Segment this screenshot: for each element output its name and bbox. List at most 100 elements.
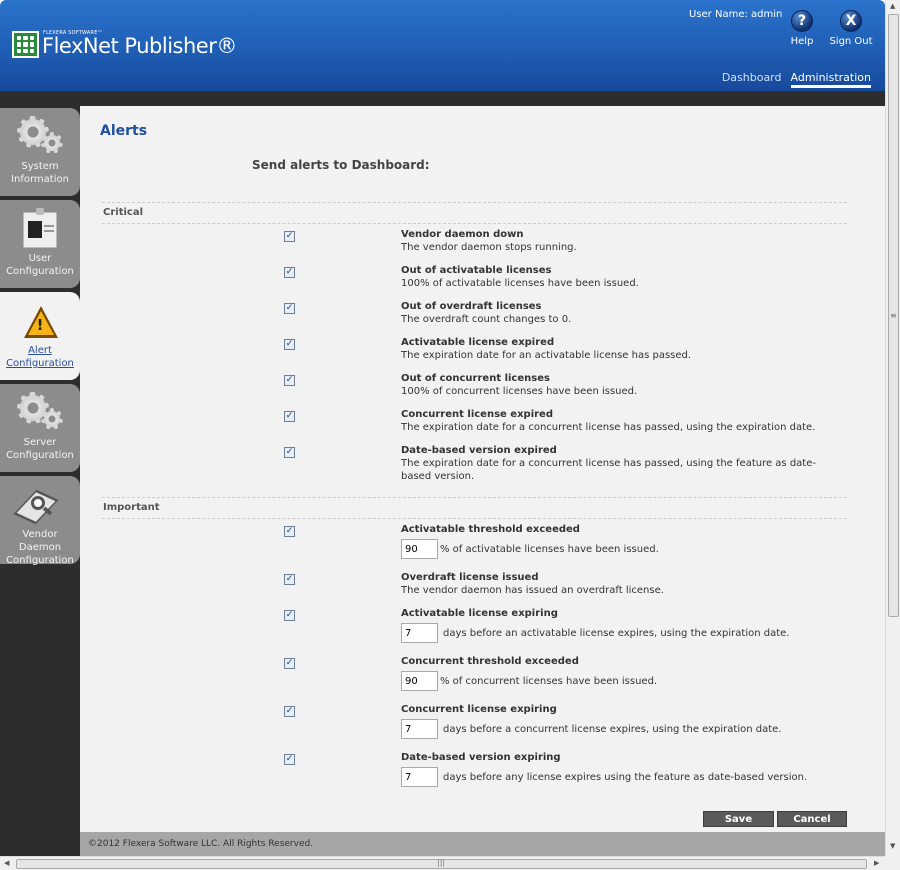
- logo-product: FlexNet Publisher®: [42, 34, 237, 58]
- alert-checkbox[interactable]: ✓: [284, 411, 295, 422]
- sidebar-item-label[interactable]: Configuration: [0, 265, 80, 278]
- sidebar-item-label[interactable]: System: [0, 160, 80, 173]
- page-title: Alerts: [100, 123, 148, 139]
- help-button[interactable]: ? Help: [790, 10, 814, 47]
- vertical-scrollbar[interactable]: ▲ ≡ ▼: [885, 0, 900, 856]
- alert-checkbox[interactable]: ✓: [284, 706, 295, 717]
- section-title: Critical: [103, 207, 144, 218]
- sidebar-item-label[interactable]: Server: [0, 436, 80, 449]
- days-input[interactable]: [401, 719, 438, 739]
- alert-description: The expiration date for an activatable l…: [401, 350, 692, 361]
- alert-checkbox[interactable]: ✓: [284, 267, 295, 278]
- alert-title: Date-based version expiring: [401, 752, 561, 763]
- gears-icon: [0, 390, 80, 436]
- section-header-important: Important: [102, 497, 847, 519]
- alert-description: 100% of concurrent licenses have been is…: [401, 386, 638, 397]
- alert-description: days before an activatable license expir…: [443, 627, 790, 639]
- alert-description: The expiration date for a concurrent lic…: [401, 458, 816, 482]
- grip-icon: ≡: [890, 311, 897, 320]
- send-alerts-label: Send alerts to Dashboard:: [252, 158, 430, 172]
- copyright-text: ©2012 Flexera Software LLC. All Rights R…: [88, 839, 314, 849]
- alert-item: Activatable license expired The expirati…: [401, 336, 821, 362]
- alert-description: The overdraft count changes to 0.: [401, 314, 572, 325]
- alert-title: Activatable license expired: [401, 337, 555, 348]
- scroll-left-icon[interactable]: ◀: [4, 859, 9, 867]
- alert-title: Concurrent license expiring: [401, 704, 557, 715]
- alert-item: Date-based version expired The expiratio…: [401, 444, 821, 483]
- alert-checkbox[interactable]: ✓: [284, 447, 295, 458]
- sidebar-item-user-configuration[interactable]: User Configuration: [0, 200, 80, 288]
- sidebar-item-label[interactable]: Alert: [0, 344, 80, 357]
- alert-description: % of concurrent licenses have been issue…: [440, 675, 658, 687]
- alert-description: 100% of activatable licenses have been i…: [401, 278, 639, 289]
- sign-out-icon[interactable]: X: [840, 10, 862, 32]
- alert-title: Out of activatable licenses: [401, 265, 552, 276]
- alert-item: Concurrent license expired The expiratio…: [401, 408, 821, 434]
- alert-item: Out of concurrent licenses 100% of concu…: [401, 372, 821, 398]
- alert-title: Vendor daemon down: [401, 229, 524, 240]
- sidebar-item-label[interactable]: Vendor Daemon: [0, 528, 80, 554]
- footer: ©2012 Flexera Software LLC. All Rights R…: [80, 832, 885, 856]
- alert-description: days before any license expires using th…: [443, 771, 808, 783]
- help-label[interactable]: Help: [790, 36, 814, 47]
- sign-out-button[interactable]: X Sign Out: [829, 10, 873, 47]
- tab-dashboard[interactable]: Dashboard: [722, 71, 782, 88]
- horizontal-scroll-thumb[interactable]: |||: [16, 858, 867, 869]
- alert-checkbox[interactable]: ✓: [284, 658, 295, 669]
- alert-checkbox[interactable]: ✓: [284, 754, 295, 765]
- alert-item: Concurrent license expiring days before …: [401, 703, 821, 739]
- section-header-critical: Critical: [102, 202, 847, 224]
- horizontal-scrollbar[interactable]: ◀ ||| ▶: [0, 856, 885, 870]
- scroll-up-icon[interactable]: ▲: [890, 2, 895, 10]
- save-button[interactable]: Save: [703, 811, 774, 827]
- sidebar-item-label[interactable]: Configuration: [0, 357, 80, 370]
- magnifier-icon: [0, 482, 80, 528]
- tab-administration[interactable]: Administration: [790, 71, 871, 88]
- help-icon[interactable]: ?: [791, 10, 813, 32]
- sidebar-item-label[interactable]: Configuration: [0, 554, 80, 567]
- main-content: Alerts Send alerts to Dashboard: Critica…: [80, 106, 885, 832]
- days-input[interactable]: [401, 623, 438, 643]
- sidebar-item-label[interactable]: Configuration: [0, 449, 80, 462]
- alert-item: Out of overdraft licenses The overdraft …: [401, 300, 821, 326]
- gears-icon: [0, 114, 80, 160]
- logo-company: FLEXERA SOFTWARE™: [43, 30, 103, 36]
- section-title: Important: [103, 502, 160, 513]
- threshold-input[interactable]: [401, 539, 438, 559]
- alert-item: Date-based version expiring days before …: [401, 751, 821, 787]
- sign-out-label[interactable]: Sign Out: [829, 36, 873, 47]
- alert-checkbox[interactable]: ✓: [284, 526, 295, 537]
- id-badge-icon: [0, 206, 80, 252]
- alert-checkbox[interactable]: ✓: [284, 375, 295, 386]
- alert-title: Out of concurrent licenses: [401, 373, 550, 384]
- scroll-right-icon[interactable]: ▶: [874, 859, 879, 867]
- alert-title: Overdraft license issued: [401, 572, 539, 583]
- alert-checkbox[interactable]: ✓: [284, 339, 295, 350]
- vertical-scroll-thumb[interactable]: ≡: [888, 14, 899, 617]
- alert-checkbox[interactable]: ✓: [284, 574, 295, 585]
- alert-item: Vendor daemon down The vendor daemon sto…: [401, 228, 821, 254]
- alert-item: Activatable license expiring days before…: [401, 607, 821, 643]
- alert-title: Activatable threshold exceeded: [401, 524, 580, 535]
- alert-item: Activatable threshold exceeded % of acti…: [401, 523, 821, 559]
- sidebar-item-vendor-daemon-configuration[interactable]: Vendor Daemon Configuration: [0, 476, 80, 567]
- alert-checkbox[interactable]: ✓: [284, 231, 295, 242]
- scrollbar-corner: [885, 856, 900, 870]
- alert-checkbox[interactable]: ✓: [284, 303, 295, 314]
- sidebar-item-label[interactable]: Information: [0, 173, 80, 186]
- sidebar-item-label[interactable]: User: [0, 252, 80, 265]
- cancel-button[interactable]: Cancel: [777, 811, 847, 827]
- alert-checkbox[interactable]: ✓: [284, 610, 295, 621]
- alert-item: Overdraft license issued The vendor daem…: [401, 571, 821, 597]
- sidebar-item-alert-configuration[interactable]: ! Alert Configuration: [0, 292, 80, 380]
- days-input[interactable]: [401, 767, 438, 787]
- alert-description: The vendor daemon has issued an overdraf…: [401, 585, 664, 596]
- alert-item: Out of activatable licenses 100% of acti…: [401, 264, 821, 290]
- username-label: User Name: admin: [689, 9, 783, 20]
- sidebar-item-system-information[interactable]: System Information: [0, 108, 80, 196]
- scroll-down-icon[interactable]: ▼: [890, 842, 895, 850]
- top-nav: Dashboard Administration: [722, 71, 871, 88]
- alert-title: Out of overdraft licenses: [401, 301, 542, 312]
- sidebar-item-server-configuration[interactable]: Server Configuration: [0, 384, 80, 472]
- threshold-input[interactable]: [401, 671, 438, 691]
